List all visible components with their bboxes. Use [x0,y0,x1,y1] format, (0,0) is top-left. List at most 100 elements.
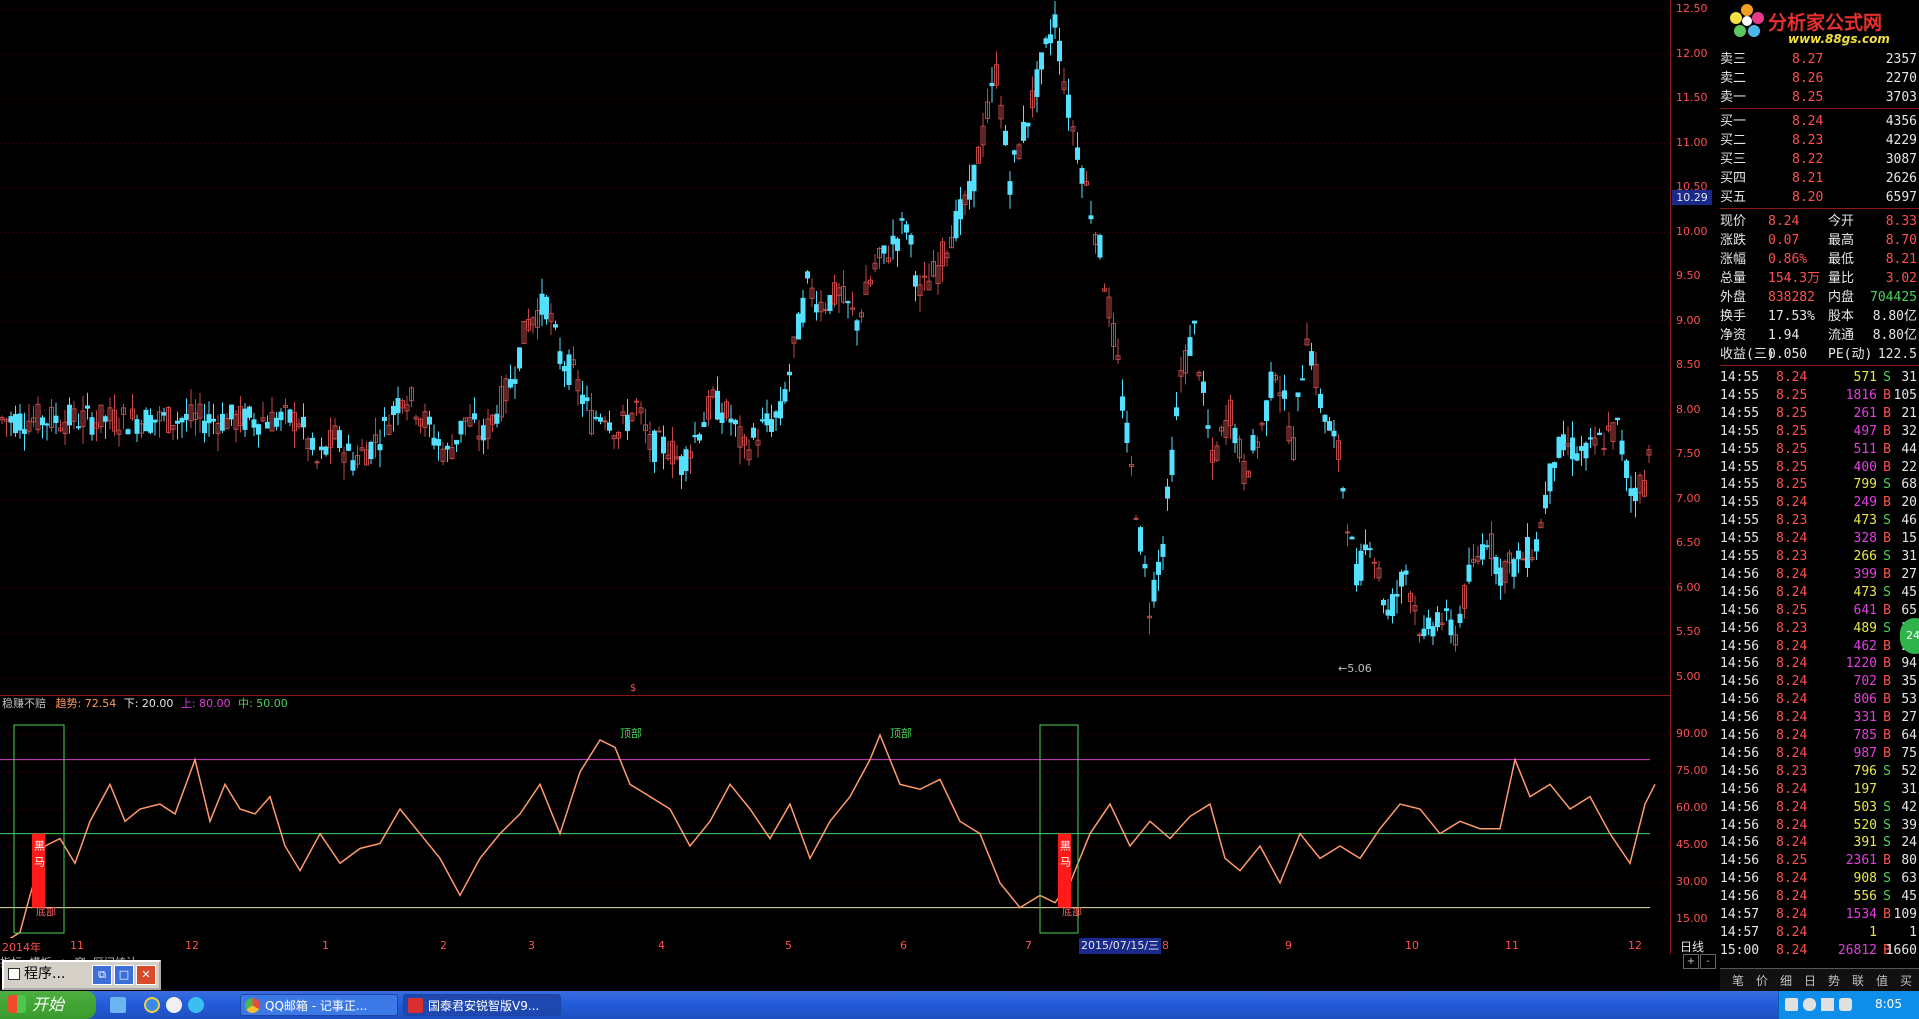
bid-volume: 4229 [1885,133,1917,148]
tick-row: 14:56 8.25 2361 B 80 [1720,851,1919,870]
right-tab[interactable]: 日 [1798,972,1822,989]
tick-time: 14:56 [1720,763,1760,779]
candle-body [1043,38,1049,45]
quote-value: 0.07 [1768,233,1800,248]
candlestick-chart[interactable] [0,0,1670,695]
tray-ime-icon[interactable] [1821,998,1834,1011]
right-tab[interactable]: 联 [1846,972,1870,989]
candle-body [1075,147,1080,160]
qq-icon[interactable] [166,997,182,1013]
candle-body [1156,561,1161,575]
tick-direction: B [1883,745,1891,761]
candle-body [652,430,657,463]
tick-price: 8.25 [1776,441,1808,457]
tick-row: 14:55 8.25 799 S 68 [1720,475,1919,494]
right-tab[interactable]: 值 [1870,972,1894,989]
tick-price: 8.24 [1776,710,1808,726]
candle-body [1624,460,1629,479]
tray-volume-icon[interactable] [1803,998,1816,1011]
candle-body [1025,122,1031,127]
tick-time: 14:55 [1720,513,1760,529]
quote-row: 总量 154.3万 量比 3.02 [1720,269,1919,288]
tick-time: 14:56 [1720,620,1760,636]
candle-body [1192,320,1197,324]
candle-body [1021,121,1026,141]
candle-body [1232,427,1238,444]
candle-body [661,436,666,454]
price-tick-label: 9.50 [1676,269,1701,282]
right-tab[interactable]: 价 [1750,972,1774,989]
tray-network-icon[interactable] [1785,998,1798,1011]
tick-count: 45 [1901,889,1917,905]
candle-body [593,416,599,419]
tick-price: 8.24 [1776,745,1808,761]
desktop-icon[interactable] [110,997,126,1013]
tick-row: 14:56 8.24 785 B 64 [1720,726,1919,745]
right-tab[interactable]: 细 [1774,972,1798,989]
right-tab[interactable]: 势 [1822,972,1846,989]
tick-row: 14:568.24462B24 [1720,637,1919,656]
bid-row: 买三 8.22 3087 [1720,150,1919,169]
ie-icon[interactable] [144,997,160,1013]
maximize-button[interactable]: □ [114,965,134,985]
scroll-right-button[interactable]: - [1700,954,1716,969]
bid-price: 8.21 [1792,171,1824,186]
start-button[interactable]: 开始 [0,991,96,1019]
right-tab[interactable]: 笔 [1726,972,1750,989]
tick-row: 14:56 8.24 1220 B 94 [1720,654,1919,673]
tick-price: 8.24 [1776,924,1808,940]
scroll-left-button[interactable]: + [1683,954,1699,969]
candle-body [256,424,261,435]
time-tick-label: 11 [1505,939,1519,952]
period-label[interactable]: 日线 [1680,938,1704,955]
quote-value: 3.02 [1885,271,1917,286]
tick-time: 14:55 [1720,459,1760,475]
candle-body [989,82,995,87]
candle-body [683,449,689,471]
tick-direction: B [1883,674,1891,690]
task-trading-app[interactable]: 国泰君安锐智版V9... [403,994,561,1016]
candle-body [773,411,779,418]
price-tick-label: 8.00 [1676,402,1701,416]
tick-time: 14:57 [1720,924,1760,940]
tick-time: 14:55 [1720,477,1760,493]
tick-count: 46 [1901,513,1917,529]
tick-time: 14:56 [1720,745,1760,761]
tick-direction: S [1883,799,1891,815]
candle-body [1480,544,1485,560]
right-tab[interactable]: 买 [1894,972,1918,989]
candle-body [584,397,590,402]
tick-direction: B [1883,907,1891,922]
candle-body [598,417,603,422]
candle-body [1250,435,1256,451]
candle-body [454,439,459,445]
browser-icon[interactable] [188,997,204,1013]
restore-button[interactable]: ⧉ [92,965,112,985]
tick-direction: B [1883,710,1891,726]
task-qqmail[interactable]: QQ邮箱 - 记事正... [240,994,398,1016]
candle-body [1174,407,1179,417]
candle-body [1552,462,1557,468]
tick-count: 15 [1901,531,1917,547]
candle-body [377,444,383,451]
bid-row: 买一 8.24 4356 [1720,112,1919,131]
oscillator-chart[interactable]: 黑马底部 黑马底部 顶部 顶部 [0,695,1670,940]
candle-body [1052,14,1058,28]
signal-tag: 马 [1060,856,1071,869]
quote-label: 最高 [1828,233,1855,248]
candle-body [103,416,108,422]
clock[interactable]: 8:05 [1875,997,1902,1011]
close-button[interactable]: ✕ [136,965,156,985]
tray-security-icon[interactable] [1839,998,1852,1011]
float-circle-button[interactable]: 24 [1900,618,1919,654]
minimized-window[interactable]: 程序... ⧉ □ ✕ [2,960,161,990]
order-book-separator [1720,108,1919,109]
tick-price: 8.25 [1776,459,1808,475]
candle-body [436,439,441,446]
osc-tick-label: 60.00 [1676,801,1708,814]
tick-row: 14:56 8.24 987 B 75 [1720,744,1919,763]
candle-body [1264,400,1269,422]
candle-body [1354,563,1359,586]
candle-body [1466,564,1472,582]
tick-time: 14:56 [1720,566,1760,582]
